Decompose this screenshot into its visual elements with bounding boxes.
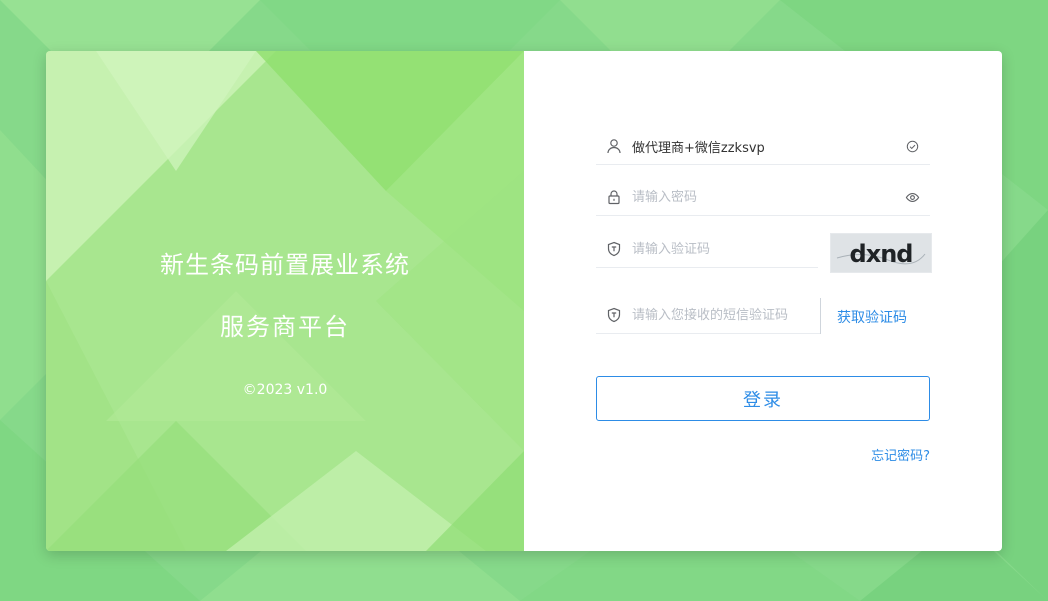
platform-subtitle: 服务商平台 — [220, 313, 350, 341]
forgot-password-link[interactable]: 忘记密码? — [871, 445, 930, 464]
branding-panel: 新生条码前置展业系统 服务商平台 ©2023 v1.0 — [46, 51, 524, 551]
shield-icon — [606, 241, 622, 257]
sms-code-input[interactable] — [632, 303, 820, 327]
password-field — [596, 179, 930, 216]
captcha-image[interactable]: dxnd — [830, 233, 932, 273]
sms-code-field — [596, 297, 820, 334]
shield-icon — [606, 307, 622, 323]
captcha-text: dxnd — [850, 240, 913, 268]
check-circle-icon — [904, 138, 920, 154]
login-card: 新生条码前置展业系统 服务商平台 ©2023 v1.0 做代理商+微信zzksv… — [46, 51, 1002, 551]
branding-text: 新生条码前置展业系统 服务商平台 ©2023 v1.0 — [46, 51, 524, 551]
login-button[interactable]: 登录 — [596, 376, 930, 421]
username-field — [596, 128, 930, 165]
password-input[interactable] — [632, 185, 904, 209]
captcha-input[interactable] — [632, 237, 818, 261]
login-form-panel: dxnd 获取验证码 登录 忘记密码? — [524, 51, 1002, 551]
username-input[interactable] — [632, 134, 904, 158]
lock-icon — [606, 189, 622, 205]
user-icon — [606, 138, 622, 154]
captcha-field — [596, 231, 818, 268]
eye-icon[interactable] — [904, 189, 920, 205]
copyright-version: ©2023 v1.0 — [242, 382, 328, 398]
sms-divider — [820, 298, 821, 334]
system-title: 新生条码前置展业系统 — [160, 251, 410, 279]
get-sms-code-button[interactable]: 获取验证码 — [837, 307, 907, 327]
